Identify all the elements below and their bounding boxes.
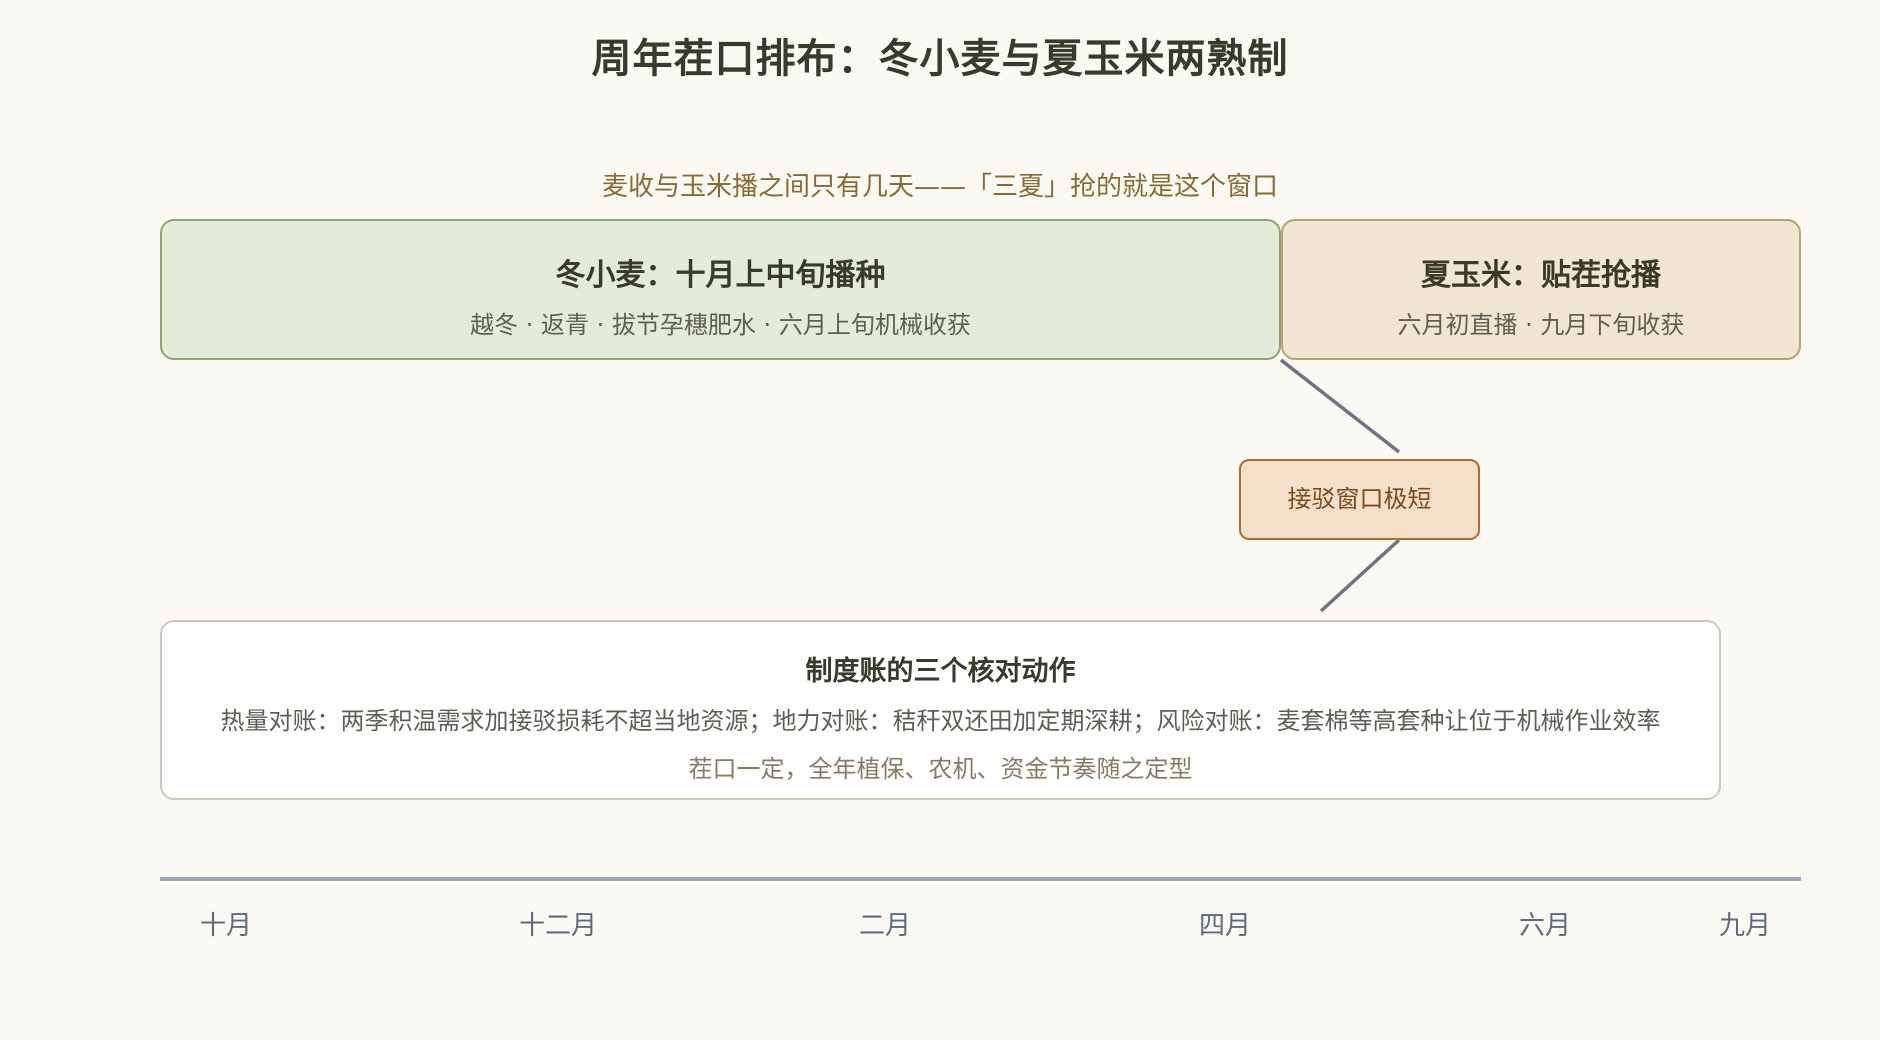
timeline-axis [160,877,1801,881]
timeline-tick-sep: 九月 [1718,911,1771,941]
connector-bottom [1319,538,1401,613]
audit-box: 制度账的三个核对动作 热量对账：两季积温需求加接驳损耗不超当地资源；地力对账：秸… [160,620,1721,800]
timeline-tick-dec: 十二月 [518,911,597,941]
transition-window-box: 接驳窗口极短 [1239,459,1480,540]
timeline-tick-oct: 十月 [199,911,252,941]
timeline-tick-feb: 二月 [858,911,911,941]
timeline-tick-apr: 四月 [1198,911,1251,941]
audit-title: 制度账的三个核对动作 [805,656,1076,687]
audit-detail: 热量对账：两季积温需求加接驳损耗不超当地资源；地力对账：秸秆双还田加定期深耕；风… [220,707,1661,735]
connector-lines [1279,358,1401,613]
audit-summary: 茬口一定，全年植保、农机、资金节奏随之定型 [688,755,1193,783]
timeline-tick-jun: 六月 [1518,911,1571,941]
connector-top [1279,358,1401,454]
